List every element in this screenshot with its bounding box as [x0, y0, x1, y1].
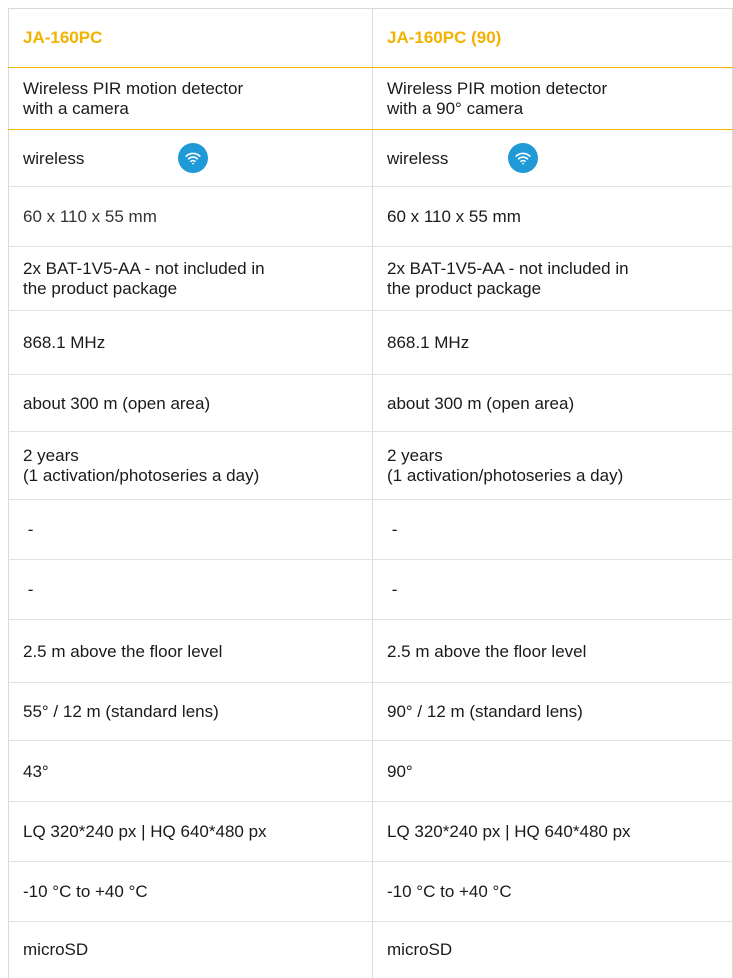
storage-value: microSD	[23, 940, 89, 959]
camera-angle-value: 90°	[387, 761, 413, 781]
column-header-ja160pc: JA-160PC	[23, 28, 103, 47]
camera-angle-value: 43°	[23, 761, 49, 781]
description-cell: Wireless PIR motion detector with a 90° …	[387, 68, 727, 130]
camera-angle-row: 43° 90°	[8, 741, 733, 802]
battery-life-line: (1 activation/photoseries a day)	[23, 466, 260, 485]
description-row: Wireless PIR motion detector with a came…	[8, 68, 733, 130]
empty-value: -	[23, 580, 34, 599]
install-height-value: 2.5 m above the floor level	[387, 641, 587, 661]
dimensions-row: 60 x 110 x 55 mm 60 x 110 x 55 mm	[8, 187, 733, 247]
empty-value: -	[23, 520, 34, 539]
range-row: about 300 m (open area) about 300 m (ope…	[8, 375, 733, 432]
resolution-value: LQ 320*240 px | HQ 640*480 px	[23, 822, 267, 841]
storage-row: microSD microSD	[8, 922, 733, 978]
battery-life-line: 2 years	[23, 446, 79, 465]
empty-value: -	[387, 520, 398, 539]
range-value: about 300 m (open area)	[387, 393, 575, 413]
battery-row: 2x BAT-1V5-AA - not included in the prod…	[8, 247, 733, 311]
battery-life-row: 2 years (1 activation/photoseries a day)…	[8, 432, 733, 500]
description-line: with a camera	[23, 99, 129, 118]
battery-line: the product package	[23, 279, 178, 298]
temperature-value: -10 °C to +40 °C	[387, 882, 512, 901]
description-line: Wireless PIR motion detector	[387, 79, 608, 98]
temperature-row: -10 °C to +40 °C -10 °C to +40 °C	[8, 862, 733, 922]
dimensions-value: 60 x 110 x 55 mm	[387, 207, 521, 226]
type-cell: wireless	[387, 130, 727, 187]
resolution-value: LQ 320*240 px | HQ 640*480 px	[387, 822, 631, 841]
install-height-value: 2.5 m above the floor level	[23, 641, 223, 661]
empty-value: -	[387, 580, 398, 599]
install-height-row: 2.5 m above the floor level 2.5 m above …	[8, 620, 733, 683]
type-value: wireless	[23, 148, 85, 168]
battery-line: 2x BAT-1V5-AA - not included in	[387, 259, 629, 278]
battery-life-line: (1 activation/photoseries a day)	[387, 466, 624, 485]
storage-value: microSD	[387, 940, 453, 959]
blank-row-1: - -	[8, 500, 733, 560]
battery-cell: 2x BAT-1V5-AA - not included in the prod…	[387, 247, 727, 311]
detection-value: 90° / 12 m (standard lens)	[387, 702, 583, 721]
battery-life-cell: 2 years (1 activation/photoseries a day)	[23, 432, 363, 500]
description-line: with a 90° camera	[387, 99, 524, 118]
blank-row-2: - -	[8, 560, 733, 620]
detection-row: 55° / 12 m (standard lens) 90° / 12 m (s…	[8, 683, 733, 741]
detection-value: 55° / 12 m (standard lens)	[23, 702, 219, 721]
battery-life-line: 2 years	[387, 446, 443, 465]
column-header-ja160pc-90: JA-160PC (90)	[387, 28, 502, 47]
resolution-row: LQ 320*240 px | HQ 640*480 px LQ 320*240…	[8, 802, 733, 862]
wifi-icon	[178, 143, 208, 173]
type-value: wireless	[387, 148, 449, 168]
header-row: JA-160PC JA-160PC (90)	[8, 8, 733, 68]
frequency-value: 868.1 MHz	[387, 333, 470, 352]
battery-line: 2x BAT-1V5-AA - not included in	[23, 259, 265, 278]
dimensions-value: 60 x 110 x 55 mm	[23, 207, 157, 226]
battery-line: the product package	[387, 279, 542, 298]
temperature-value: -10 °C to +40 °C	[23, 882, 148, 901]
battery-life-cell: 2 years (1 activation/photoseries a day)	[387, 432, 727, 500]
type-row: wireless wireless	[8, 130, 733, 187]
wifi-icon	[508, 143, 538, 173]
range-value: about 300 m (open area)	[23, 393, 211, 413]
description-line: Wireless PIR motion detector	[23, 79, 244, 98]
comparison-table: JA-160PC JA-160PC (90) Wireless PIR moti…	[0, 0, 733, 978]
frequency-value: 868.1 MHz	[23, 333, 106, 352]
description-cell: Wireless PIR motion detector with a came…	[23, 68, 363, 130]
battery-cell: 2x BAT-1V5-AA - not included in the prod…	[23, 247, 363, 311]
frequency-row: 868.1 MHz 868.1 MHz	[8, 311, 733, 375]
